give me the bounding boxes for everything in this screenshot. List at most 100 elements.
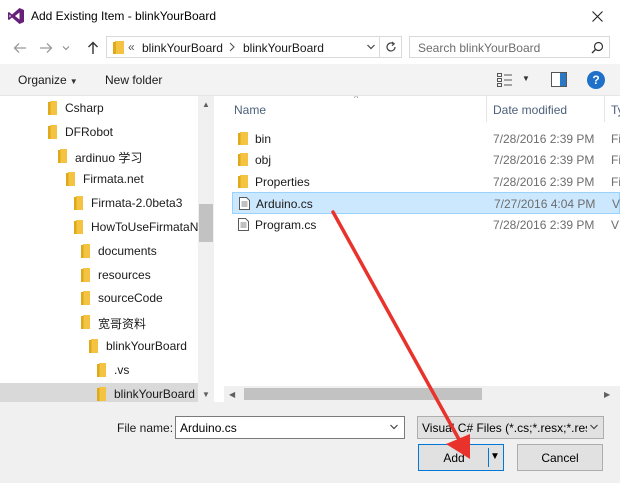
folder-icon xyxy=(74,220,83,234)
tree-scrollbar-thumb[interactable] xyxy=(199,204,213,242)
breadcrumb-segment[interactable]: blinkYourBoard xyxy=(142,41,223,55)
tree-item[interactable]: 宽哥资料 xyxy=(0,311,198,333)
window-title: Add Existing Item - blinkYourBoard xyxy=(31,9,216,23)
tree-item-label: Firmata-2.0beta3 xyxy=(91,196,183,211)
organize-button[interactable]: Organize ▼ xyxy=(18,73,78,87)
column-header-date-modified[interactable]: Date modified xyxy=(493,96,567,122)
search-icon[interactable] xyxy=(591,41,604,54)
tree-item[interactable]: resources xyxy=(0,264,198,286)
command-bar: Organize ▼ New folder ▼ ? xyxy=(0,64,620,96)
file-row[interactable]: bin 7/28/2016 2:39 PM Fi xyxy=(232,128,620,150)
close-button[interactable] xyxy=(574,0,620,32)
column-header-name[interactable]: Name xyxy=(234,96,266,122)
file-date-modified: 7/28/2016 2:39 PM xyxy=(493,132,595,146)
chevron-down-icon xyxy=(367,44,375,50)
view-options-icon[interactable] xyxy=(497,73,513,87)
refresh-button[interactable] xyxy=(380,36,402,58)
tree-item-label: blinkYourBoard xyxy=(114,386,195,401)
arrow-right-icon xyxy=(40,43,53,53)
help-icon[interactable]: ? xyxy=(587,71,605,89)
forward-button[interactable] xyxy=(35,38,57,58)
folder-icon xyxy=(48,101,57,115)
recent-locations-button[interactable] xyxy=(59,38,73,58)
folder-icon xyxy=(113,41,124,54)
add-options-dropdown-icon[interactable]: ▼ xyxy=(490,451,500,462)
file-date-modified: 7/28/2016 2:39 PM xyxy=(493,175,595,189)
file-row[interactable]: Program.cs 7/28/2016 2:39 PM V xyxy=(232,214,620,236)
tree-item[interactable]: blinkYourBoard xyxy=(0,335,198,357)
folder-icon xyxy=(97,362,106,377)
file-row[interactable]: Arduino.cs 7/27/2016 4:04 PM V xyxy=(232,192,620,214)
tree-item-label: ardinuo 学习 xyxy=(75,150,143,165)
tree-item[interactable]: blinkYourBoard xyxy=(0,382,198,402)
tree-item-label: .vs xyxy=(114,362,130,377)
folder-icon xyxy=(48,124,57,139)
tree-item[interactable]: Firmata.net xyxy=(0,168,198,190)
add-button[interactable]: Add ▼ xyxy=(418,444,504,471)
back-button[interactable] xyxy=(9,38,31,58)
tree-item-label: Firmata.net xyxy=(83,172,144,187)
column-divider[interactable] xyxy=(604,96,605,122)
folder-icon xyxy=(81,291,90,306)
tree-item[interactable]: documents xyxy=(0,240,198,262)
organize-label: Organize xyxy=(18,73,67,87)
folder-icon xyxy=(81,315,90,330)
tree-item[interactable]: Firmata-2.0beta3 xyxy=(0,192,198,214)
pane-splitter[interactable] xyxy=(214,96,224,402)
list-scrollbar-thumb[interactable] xyxy=(244,388,482,400)
breadcrumb-separator-icon[interactable] xyxy=(229,41,235,55)
refresh-icon xyxy=(385,41,396,52)
tree-item[interactable]: DFRobot xyxy=(0,121,198,143)
file-row[interactable]: obj 7/28/2016 2:39 PM Fi xyxy=(232,149,620,171)
address-dropdown-button[interactable] xyxy=(366,41,376,55)
tree-item-label: documents xyxy=(98,243,157,258)
tree-item[interactable]: .vs xyxy=(0,359,198,381)
chevron-down-icon xyxy=(590,424,598,430)
folder-icon xyxy=(74,196,83,211)
tree-item-label: DFRobot xyxy=(65,124,114,139)
scroll-up-arrow-icon[interactable]: ▲ xyxy=(202,100,210,109)
file-type-select[interactable]: Visual C# Files (*.cs;*.resx;*.resw; xyxy=(417,416,604,439)
file-row[interactable]: Properties 7/28/2016 2:39 PM Fi xyxy=(232,171,620,193)
column-divider[interactable] xyxy=(486,96,487,122)
up-button[interactable] xyxy=(82,38,104,58)
search-input[interactable]: Search blinkYourBoard xyxy=(418,41,540,55)
split-divider xyxy=(488,448,489,467)
address-bar[interactable]: « blinkYourBoard blinkYourBoard xyxy=(106,36,380,58)
address-overflow[interactable]: « xyxy=(128,40,135,54)
folder-icon xyxy=(97,386,106,401)
cancel-button[interactable]: Cancel xyxy=(517,444,603,471)
column-header-type[interactable]: Ty xyxy=(611,96,620,122)
sort-ascending-icon: ^ xyxy=(354,96,359,103)
tree-item[interactable]: Csharp xyxy=(0,97,198,119)
tree-item-label: Csharp xyxy=(65,101,104,115)
file-type: Fi xyxy=(611,132,620,146)
file-name-label: File name: xyxy=(117,421,174,435)
scroll-right-arrow-icon[interactable]: ▶ xyxy=(604,390,610,399)
view-options-dropdown[interactable]: ▼ xyxy=(522,74,530,83)
scroll-down-arrow-icon[interactable]: ▼ xyxy=(202,390,210,399)
tree-item-label: 宽哥资料 xyxy=(98,317,147,332)
add-button-label[interactable]: Add xyxy=(419,445,489,470)
search-box[interactable]: Search blinkYourBoard xyxy=(409,36,610,58)
new-folder-button[interactable]: New folder xyxy=(105,73,162,87)
breadcrumb-segment-current[interactable]: blinkYourBoard xyxy=(243,41,324,55)
file-date-modified: 7/28/2016 2:39 PM xyxy=(493,218,595,232)
navigation-tree[interactable]: Csharp DFRobot ardinuo 学习 Firmata.net Firmat… xyxy=(0,96,214,402)
tree-item[interactable]: ardinuo 学习 xyxy=(0,145,198,167)
file-name-input[interactable]: Arduino.cs xyxy=(175,416,405,439)
tree-item[interactable]: sourceCode xyxy=(0,287,198,309)
file-type: V xyxy=(612,197,620,211)
file-type: Fi xyxy=(611,175,620,189)
tree-item[interactable]: HowToUseFirmataNet xyxy=(0,216,208,238)
tree-scrollbar[interactable] xyxy=(198,96,214,402)
arrow-up-icon xyxy=(88,41,98,54)
visual-studio-icon xyxy=(8,8,24,24)
scroll-left-arrow-icon[interactable]: ◀ xyxy=(229,390,235,399)
chevron-down-icon[interactable] xyxy=(389,422,399,432)
preview-pane-icon[interactable] xyxy=(551,72,567,87)
file-date-modified: 7/28/2016 2:39 PM xyxy=(493,153,595,167)
file-icon xyxy=(238,218,249,231)
file-name: obj xyxy=(255,153,272,167)
file-list[interactable]: Name ^ Date modified Ty bin 7/28/2016 2:3… xyxy=(224,96,620,402)
